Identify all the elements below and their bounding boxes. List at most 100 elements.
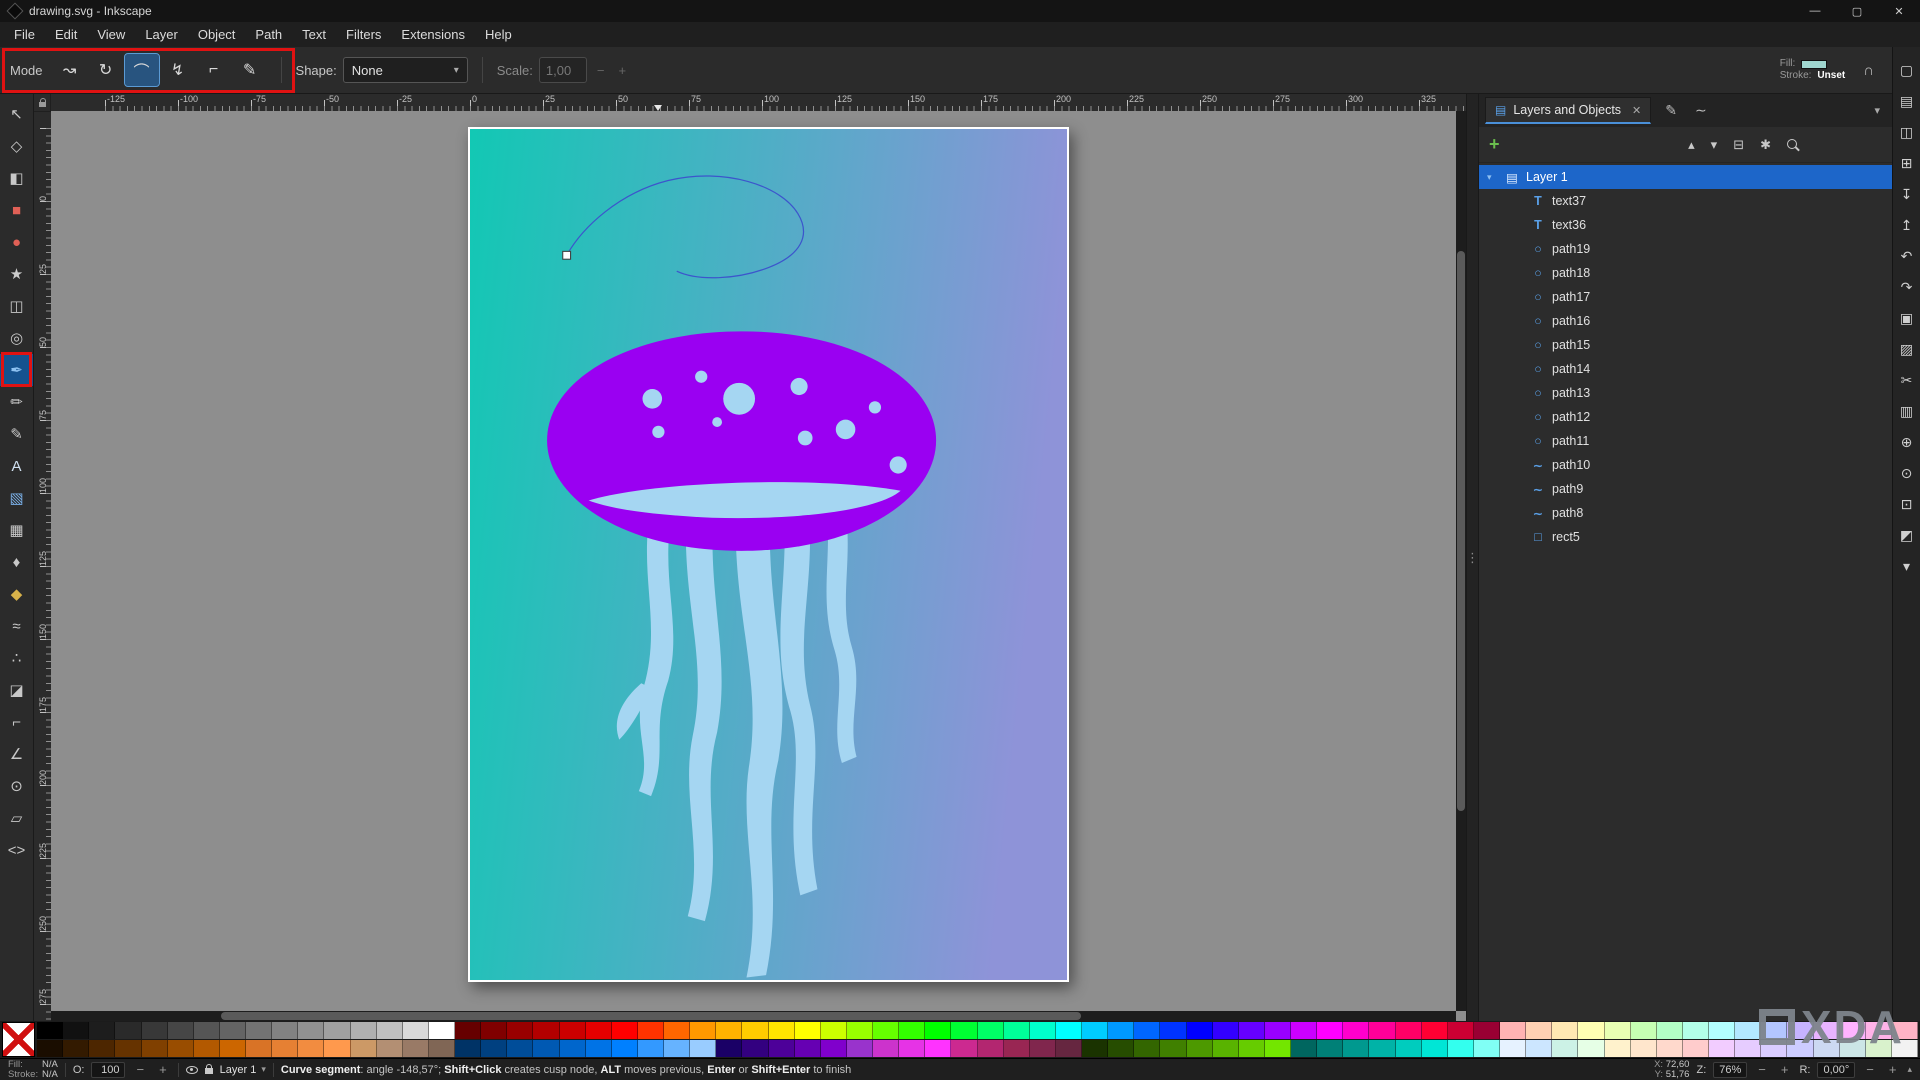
tool-node-editor[interactable]: ◇	[0, 130, 33, 162]
palette-swatch[interactable]	[794, 1022, 821, 1039]
tool-tweak[interactable]: ≈	[0, 610, 33, 642]
search-button[interactable]	[1787, 137, 1797, 152]
layer-row-text37[interactable]: T text37	[1479, 189, 1892, 213]
menu-item[interactable]: Layer	[135, 24, 188, 45]
palette-swatch[interactable]	[1317, 1022, 1344, 1039]
tool-measure[interactable]: ∠	[0, 738, 33, 770]
palette-swatch[interactable]	[1186, 1040, 1213, 1057]
palette-swatch[interactable]	[1134, 1040, 1161, 1057]
palette-swatch[interactable]	[1369, 1040, 1396, 1057]
palette-swatch[interactable]	[1343, 1022, 1370, 1039]
palette-swatch[interactable]	[1264, 1022, 1291, 1039]
palette-swatch[interactable]	[1578, 1022, 1605, 1039]
palette-swatch[interactable]	[1578, 1040, 1605, 1057]
palette-swatch[interactable]	[193, 1022, 220, 1039]
shape-dropdown[interactable]: None ▾	[342, 57, 468, 83]
menu-item[interactable]: View	[87, 24, 135, 45]
lower-layer-button[interactable]: ▾	[1711, 137, 1718, 153]
zoom-increase-button[interactable]: +	[1777, 1060, 1793, 1079]
layer-row-text36[interactable]: T text36	[1479, 213, 1892, 237]
menu-item[interactable]: Edit	[45, 24, 87, 45]
palette-swatch[interactable]	[1604, 1040, 1631, 1057]
palette-swatch[interactable]	[219, 1022, 246, 1039]
palette-swatch[interactable]	[1421, 1022, 1448, 1039]
palette-swatch[interactable]	[167, 1040, 194, 1057]
palette-swatch[interactable]	[1108, 1040, 1135, 1057]
tool-spiral[interactable]: ◎	[0, 322, 33, 354]
raise-layer-button[interactable]: ▴	[1688, 137, 1695, 153]
horizontal-scrollbar-thumb[interactable]	[221, 1012, 1081, 1020]
redo-icon[interactable]: ↷	[1895, 274, 1919, 301]
palette-swatch[interactable]	[951, 1040, 978, 1057]
palette-swatch[interactable]	[167, 1022, 194, 1039]
palette-swatch[interactable]	[1604, 1022, 1631, 1039]
palette-swatch[interactable]	[141, 1022, 168, 1039]
open-document-icon[interactable]: ▤	[1895, 88, 1919, 115]
palette-swatch[interactable]	[115, 1040, 142, 1057]
palette-swatch[interactable]	[1055, 1040, 1082, 1057]
palette-swatch[interactable]	[1343, 1040, 1370, 1057]
palette-swatch[interactable]	[768, 1040, 795, 1057]
layer-row-path18[interactable]: ○ path18	[1479, 261, 1892, 285]
palette-swatch[interactable]	[246, 1022, 273, 1039]
menu-item[interactable]: Filters	[336, 24, 391, 45]
palette-swatch[interactable]	[846, 1022, 873, 1039]
paste-icon[interactable]: ▨	[1895, 336, 1919, 363]
palette-swatch[interactable]	[455, 1022, 482, 1039]
palette-swatch[interactable]	[1317, 1040, 1344, 1057]
palette-swatch[interactable]	[1264, 1040, 1291, 1057]
opacity-decrease-button[interactable]: −	[132, 1060, 148, 1079]
rotation-increase-button[interactable]: +	[1885, 1060, 1901, 1079]
palette-swatch[interactable]	[794, 1040, 821, 1057]
palette-swatch[interactable]	[1735, 1022, 1762, 1039]
palette-swatch[interactable]	[428, 1022, 455, 1039]
undo-icon[interactable]: ↶	[1895, 243, 1919, 270]
palette-swatch[interactable]	[1082, 1022, 1109, 1039]
palette-swatch[interactable]	[1134, 1022, 1161, 1039]
palette-swatch[interactable]	[1735, 1040, 1762, 1057]
layer-row-path10[interactable]: ∼ path10	[1479, 453, 1892, 477]
palette-swatch[interactable]	[664, 1022, 691, 1039]
palette-swatch[interactable]	[1656, 1022, 1683, 1039]
tool-text[interactable]: A	[0, 450, 33, 482]
statusbar-collapse-icon[interactable]: ▴	[1907, 1064, 1912, 1075]
palette-swatch[interactable]	[481, 1022, 508, 1039]
mode-bspline-button[interactable]: ⌒	[123, 53, 160, 87]
vertical-scrollbar[interactable]	[1456, 111, 1466, 1011]
palette-swatch[interactable]	[324, 1040, 351, 1057]
export-icon[interactable]: ↥	[1895, 212, 1919, 239]
horizontal-scrollbar[interactable]	[51, 1011, 1456, 1021]
tool-pencil[interactable]: ✏	[0, 386, 33, 418]
palette-swatch[interactable]	[507, 1022, 534, 1039]
palette-swatch[interactable]	[1029, 1022, 1056, 1039]
palette-swatch[interactable]	[1003, 1022, 1030, 1039]
tool-pen-bezier[interactable]: ✒	[0, 354, 33, 386]
palette-swatch[interactable]	[1369, 1022, 1396, 1039]
current-layer-selector[interactable]: Layer 1 ▾	[220, 1064, 266, 1076]
tool-3d-box[interactable]: ◫	[0, 290, 33, 322]
tool-calligraphy[interactable]: ✎	[0, 418, 33, 450]
palette-swatch[interactable]	[63, 1022, 90, 1039]
palette-swatch[interactable]	[611, 1022, 638, 1039]
tool-dropper[interactable]: ♦	[0, 546, 33, 578]
copy-icon[interactable]: ▣	[1895, 305, 1919, 332]
palette-swatch[interactable]	[37, 1040, 64, 1057]
palette-swatch[interactable]	[37, 1022, 64, 1039]
new-document-icon[interactable]: ▢	[1895, 57, 1919, 84]
tool-zoom[interactable]: ⊙	[0, 770, 33, 802]
dock-resize-grip[interactable]: ⋮	[1466, 94, 1479, 1021]
vertical-ruler[interactable]: 0 25 50 75 100 125 150 175 200 225 250 275	[34, 111, 51, 1021]
mode-bezier-button[interactable]: ↝	[53, 54, 87, 86]
vertical-scrollbar-thumb[interactable]	[1457, 251, 1465, 811]
tool-ellipse[interactable]: ●	[0, 226, 33, 258]
palette-swatch[interactable]	[559, 1022, 586, 1039]
tool-shape-builder[interactable]: ◧	[0, 162, 33, 194]
cut-icon[interactable]: ✂	[1895, 367, 1919, 394]
layer-row-path14[interactable]: ○ path14	[1479, 357, 1892, 381]
palette-swatch[interactable]	[193, 1040, 220, 1057]
display-mode-icon[interactable]: ◩	[1895, 522, 1919, 549]
layer-settings-button[interactable]: ✱	[1760, 137, 1771, 153]
palette-swatch[interactable]	[925, 1022, 952, 1039]
horizontal-ruler[interactable]: -125 -100 -75 -50 -25 0 25 50 75 100 125 150 175 200 2…	[51, 94, 1466, 111]
tool-selector[interactable]: ↖	[0, 98, 33, 130]
